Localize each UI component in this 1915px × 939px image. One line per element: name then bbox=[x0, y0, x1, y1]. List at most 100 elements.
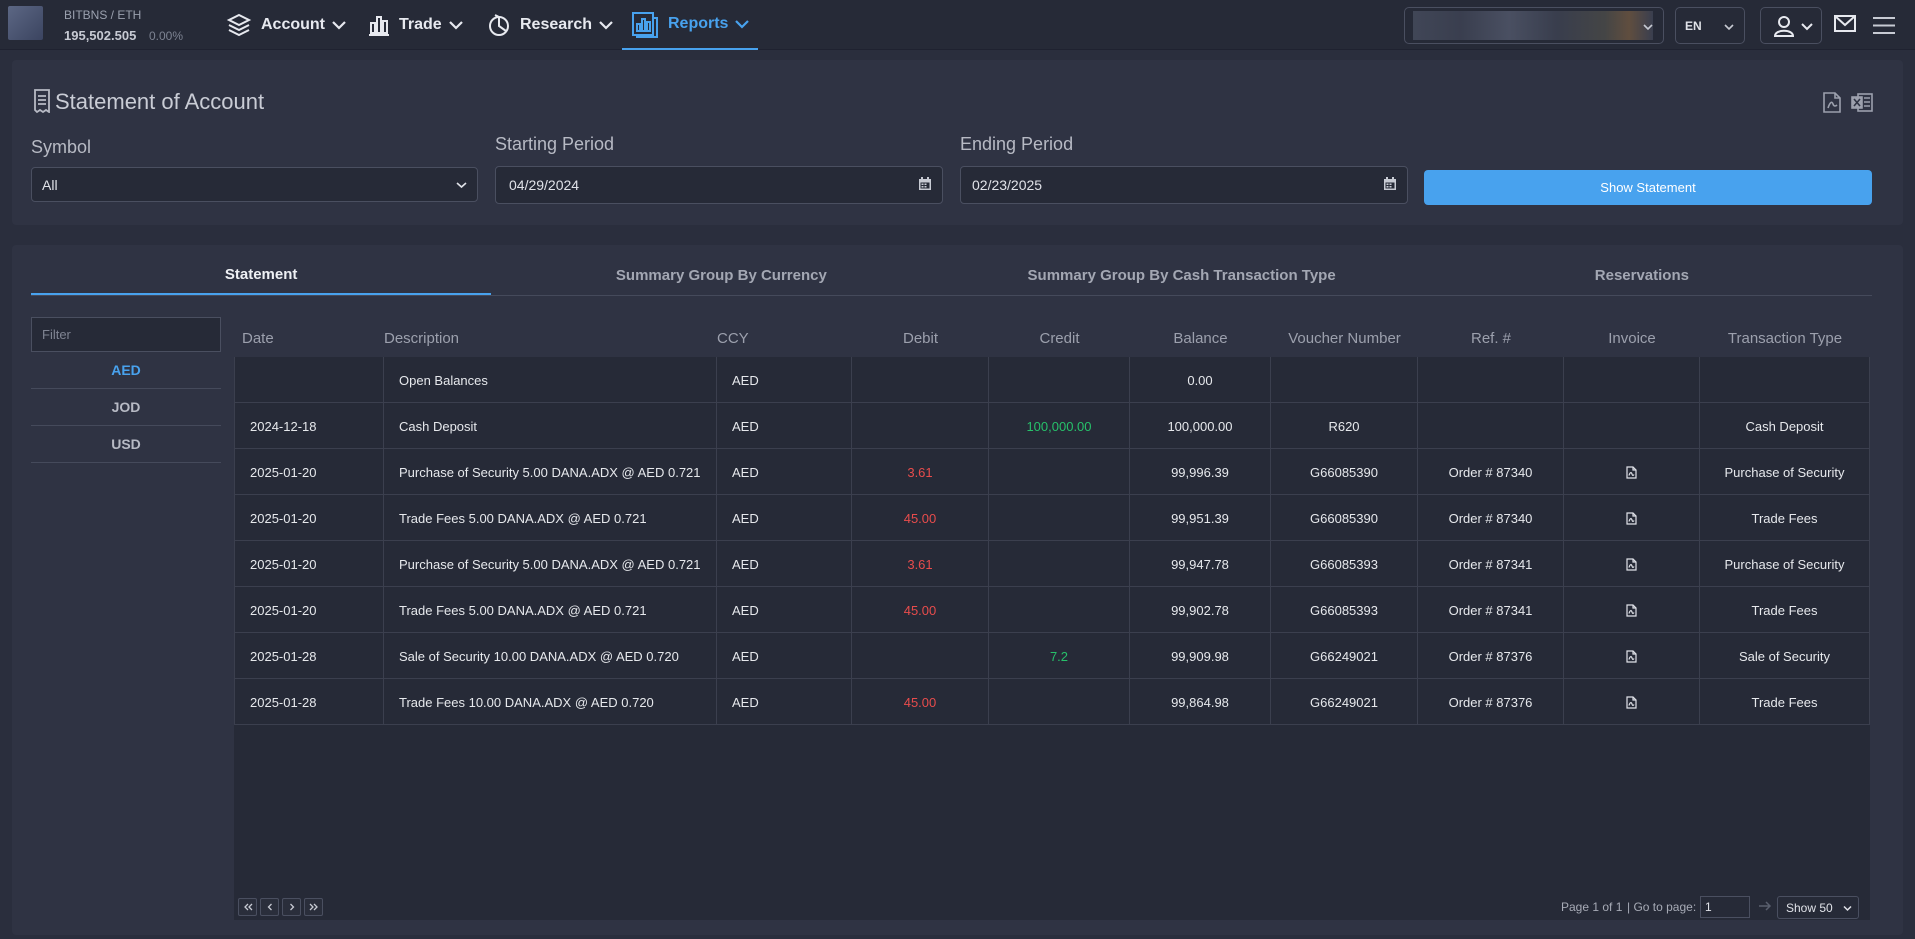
type-value: Purchase of Security bbox=[1724, 556, 1845, 572]
cell-voucher: G66085393 bbox=[1271, 541, 1418, 587]
nav-research[interactable]: Research bbox=[487, 0, 614, 50]
pdf-invoice-icon[interactable] bbox=[1626, 511, 1637, 525]
table-row: 2025-01-20 Purchase of Security 5.00 DANA… bbox=[234, 541, 1870, 587]
tab-summary-by-currency[interactable]: Summary Group By Currency bbox=[491, 256, 951, 295]
column-header-voucher[interactable]: Voucher Number bbox=[1271, 320, 1418, 357]
cell-invoice[interactable] bbox=[1564, 679, 1700, 725]
cell-type bbox=[1700, 357, 1870, 403]
ticker-name: BITBNS / ETH bbox=[64, 8, 142, 22]
pdf-invoice-icon[interactable] bbox=[1626, 557, 1637, 571]
ref-value: Order # 87376 bbox=[1448, 648, 1533, 664]
cell-invoice[interactable] bbox=[1564, 541, 1700, 587]
nav-reports-label: Reports bbox=[668, 15, 729, 32]
currency-filter-input[interactable] bbox=[31, 317, 221, 352]
cell-invoice[interactable] bbox=[1564, 495, 1700, 541]
cell-debit: 45.00 bbox=[852, 679, 989, 725]
currency-item-jod[interactable]: JOD bbox=[31, 389, 221, 426]
page-title: Statement of Account bbox=[55, 89, 265, 114]
cell-debit: 45.00 bbox=[852, 495, 989, 541]
pdf-invoice-icon[interactable] bbox=[1626, 603, 1637, 617]
page-size-select[interactable]: Show 50 bbox=[1777, 896, 1859, 919]
cell-type: Trade Fees bbox=[1700, 495, 1870, 541]
menu-icon[interactable] bbox=[1872, 16, 1896, 35]
last-page-button[interactable] bbox=[304, 898, 323, 916]
symbol-select[interactable]: All bbox=[31, 167, 478, 202]
column-header-ccy[interactable]: CCY bbox=[717, 320, 852, 357]
first-page-button[interactable] bbox=[238, 898, 257, 916]
pdf-invoice-icon[interactable] bbox=[1626, 695, 1637, 709]
mail-icon[interactable] bbox=[1834, 15, 1856, 32]
excel-export-icon[interactable] bbox=[1851, 92, 1873, 113]
cell-debit: 3.61 bbox=[852, 541, 989, 587]
tab-summary-by-cash-transaction-type[interactable]: Summary Group By Cash Transaction Type bbox=[952, 256, 1412, 295]
type-value: Sale of Security bbox=[1738, 648, 1831, 664]
column-header-balance[interactable]: Balance bbox=[1130, 320, 1271, 357]
currency-item-usd[interactable]: USD bbox=[31, 426, 221, 463]
pdf-invoice-icon[interactable] bbox=[1626, 465, 1637, 479]
nav-trade-label: Trade bbox=[399, 16, 442, 33]
ref-value: Order # 87376 bbox=[1448, 694, 1533, 710]
report-icon bbox=[632, 12, 658, 38]
column-header-invoice[interactable]: Invoice bbox=[1564, 320, 1700, 357]
receipt-icon bbox=[34, 89, 50, 113]
column-header-date[interactable]: Date bbox=[234, 320, 384, 357]
go-arrow-icon[interactable] bbox=[1758, 901, 1772, 911]
ticker-value: 195,502.505 bbox=[64, 28, 137, 43]
language-selector[interactable]: EN bbox=[1675, 7, 1745, 44]
date-value: 2025-01-20 bbox=[250, 556, 317, 572]
cell-voucher: G66085390 bbox=[1271, 449, 1418, 495]
cell-type: Sale of Security bbox=[1700, 633, 1870, 679]
cell-ccy: AED bbox=[717, 495, 852, 541]
next-page-button[interactable] bbox=[282, 898, 301, 916]
cell-date: 2024-12-18 bbox=[234, 403, 384, 449]
end-period-input[interactable]: 02/23/2025 bbox=[960, 166, 1408, 204]
nav-trade[interactable]: Trade bbox=[368, 0, 464, 50]
cell-balance: 99,951.39 bbox=[1130, 495, 1271, 541]
show-statement-button[interactable]: Show Statement bbox=[1424, 170, 1872, 205]
column-header-debit[interactable]: Debit bbox=[852, 320, 989, 357]
tab-reservations[interactable]: Reservations bbox=[1412, 256, 1872, 295]
currency-item-aed[interactable]: AED bbox=[31, 352, 221, 389]
column-header-type[interactable]: Transaction Type bbox=[1700, 320, 1870, 357]
nav-account[interactable]: Account bbox=[226, 0, 347, 50]
page-info: Page 1 of 1 bbox=[1561, 900, 1623, 914]
cell-invoice[interactable] bbox=[1564, 587, 1700, 633]
column-header-ref[interactable]: Ref. # bbox=[1418, 320, 1564, 357]
start-period-input[interactable]: 04/29/2024 bbox=[495, 166, 943, 204]
tab-statement[interactable]: Statement bbox=[31, 256, 492, 295]
goto-page-input[interactable] bbox=[1700, 896, 1750, 918]
cell-debit: 3.61 bbox=[852, 449, 989, 495]
cell-type: Trade Fees bbox=[1700, 587, 1870, 633]
pdf-export-icon[interactable] bbox=[1823, 92, 1841, 113]
calendar-icon[interactable] bbox=[1383, 177, 1397, 191]
double-chevron-left-icon bbox=[243, 903, 252, 911]
cell-balance: 99,864.98 bbox=[1130, 679, 1271, 725]
cell-credit: 7.2 bbox=[989, 633, 1130, 679]
column-header-credit[interactable]: Credit bbox=[989, 320, 1130, 357]
cell-invoice[interactable] bbox=[1564, 633, 1700, 679]
balance-value: 99,902.78 bbox=[1171, 602, 1229, 618]
account-selector[interactable] bbox=[1404, 7, 1664, 44]
cell-ccy: AED bbox=[717, 357, 852, 403]
date-value: 2025-01-28 bbox=[250, 694, 317, 710]
user-menu[interactable] bbox=[1760, 7, 1822, 44]
cell-credit bbox=[989, 357, 1130, 403]
voucher-value: G66249021 bbox=[1310, 648, 1378, 664]
ccy-value: AED bbox=[732, 372, 759, 388]
pdf-invoice-icon[interactable] bbox=[1626, 649, 1637, 663]
logo[interactable] bbox=[8, 6, 43, 40]
calendar-icon[interactable] bbox=[918, 177, 932, 191]
table-body: Open Balances AED 0.00 2024-12-18 Cash Depos… bbox=[234, 357, 1870, 725]
nav-reports[interactable]: Reports bbox=[622, 0, 758, 50]
cell-invoice[interactable] bbox=[1564, 449, 1700, 495]
cell-date: 2025-01-20 bbox=[234, 587, 384, 633]
column-header-description[interactable]: Description bbox=[384, 320, 717, 357]
currency-list: AED JOD USD bbox=[31, 352, 221, 463]
ticker-change: 0.00% bbox=[149, 29, 184, 43]
prev-page-button[interactable] bbox=[260, 898, 279, 916]
cell-ccy: AED bbox=[717, 679, 852, 725]
description-value: Sale of Security 10.00 DANA.ADX @ AED 0.… bbox=[399, 648, 679, 664]
description-value: Trade Fees 10.00 DANA.ADX @ AED 0.720 bbox=[399, 694, 654, 710]
cell-credit: 100,000.00 bbox=[989, 403, 1130, 449]
cell-description: Cash Deposit bbox=[384, 403, 717, 449]
